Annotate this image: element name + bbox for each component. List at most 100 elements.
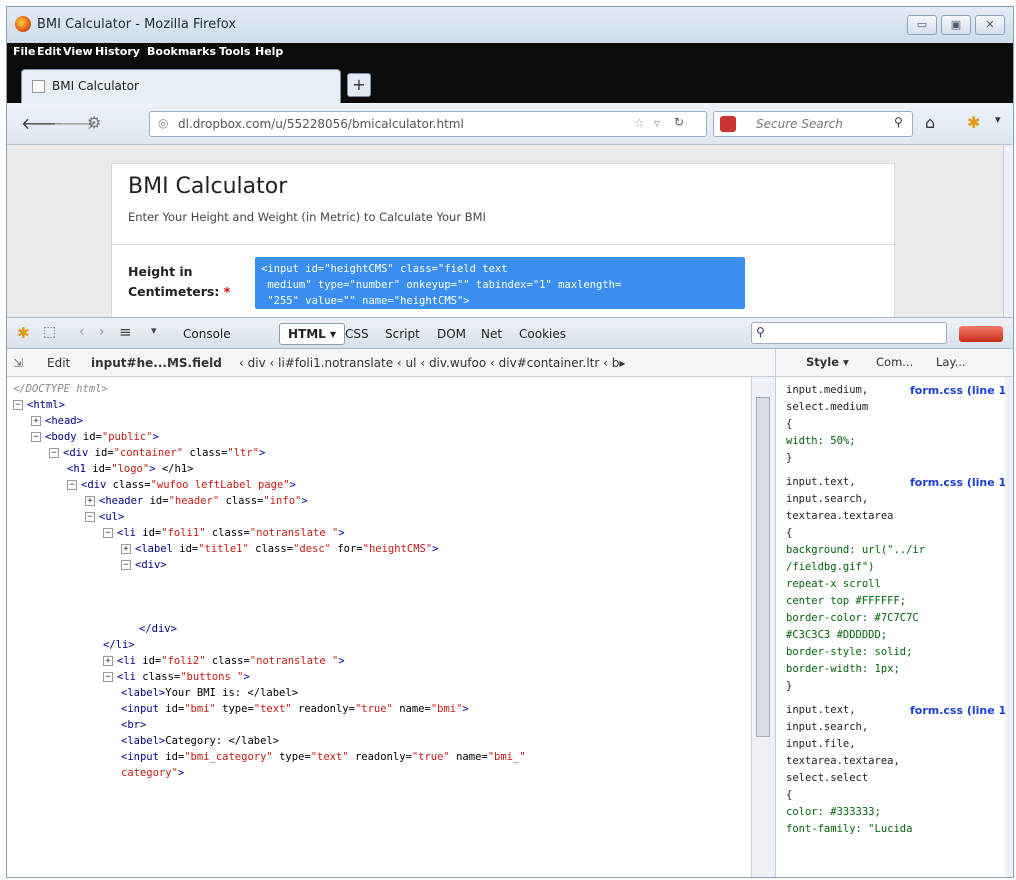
tag-close: > <box>338 527 345 539</box>
tree-node[interactable]: </DOCTYPE html> <box>13 381 108 397</box>
selected-node[interactable]: <input id="heightCMS" class="field text … <box>255 257 745 309</box>
tab-computed[interactable]: Com... <box>876 355 913 369</box>
css-source-link[interactable]: form.css (line 1) <box>910 383 1011 398</box>
tab-css[interactable]: CSS <box>345 327 369 341</box>
firebug-search-input[interactable]: ⚲ <box>751 322 947 344</box>
tree-node[interactable]: − <div> <box>121 557 167 573</box>
tree-node[interactable]: − <ul> <box>85 509 124 525</box>
collapse-icon[interactable]: − <box>121 560 131 570</box>
tree-node[interactable]: + <li id="foli2" class="notranslate "> <box>103 653 345 669</box>
tree-node[interactable]: </li> <box>103 637 135 653</box>
tree-node[interactable]: <input id="bmi_category" type="text" rea… <box>121 749 526 765</box>
collapse-icon[interactable]: − <box>49 448 59 458</box>
collapse-icon[interactable]: − <box>85 512 95 522</box>
search-placeholder[interactable]: Secure Search <box>756 117 843 131</box>
expand-icon[interactable]: + <box>85 496 95 506</box>
tab-html[interactable]: HTML ▾ <box>279 323 346 345</box>
tab-net[interactable]: Net <box>481 327 502 341</box>
back-nav-icon[interactable]: ‹ <box>79 324 85 340</box>
tree-node[interactable]: <label>Your BMI is: </label> <box>121 685 298 701</box>
tree-node[interactable]: </div> <box>139 621 177 637</box>
collapse-icon[interactable]: − <box>103 528 113 538</box>
crumb-current[interactable]: input#he...MS.field <box>91 356 222 370</box>
menu-file[interactable]: File <box>13 45 36 58</box>
tree-node[interactable]: category"> <box>121 765 184 781</box>
tree-node[interactable]: − <li id="foli1" class="notranslate "> <box>103 525 345 541</box>
crumb-item[interactable]: div <box>248 356 266 370</box>
split-icon[interactable]: ⇲ <box>13 356 23 370</box>
tree-node[interactable]: − <div id="container" class="ltr"> <box>49 445 265 461</box>
tag-close: > <box>338 655 345 667</box>
css-source-link[interactable]: form.css (line 1) <box>910 475 1011 490</box>
html-tree[interactable]: </DOCTYPE html> − <html> + <head> − <body id="… <box>7 377 751 877</box>
expand-icon[interactable]: + <box>103 656 113 666</box>
search-icon[interactable]: ⚲ <box>894 115 903 129</box>
expand-icon[interactable]: + <box>31 416 41 426</box>
collapse-icon[interactable]: − <box>67 480 77 490</box>
identity-icon[interactable]: ⚙ <box>87 113 101 132</box>
inspect-icon[interactable]: ⬚ <box>43 324 56 340</box>
tree-scrollbar[interactable] <box>751 377 775 877</box>
dropdown-arrow-icon[interactable]: ▿ <box>654 116 660 130</box>
tab-style[interactable]: Style ▾ <box>806 355 849 369</box>
tree-node[interactable]: <label>Category: </label> <box>121 733 279 749</box>
tree-node[interactable]: − <html> <box>13 397 65 413</box>
search-bar[interactable]: Secure Search ⚲ <box>713 111 913 137</box>
tree-node[interactable]: − <div class="wufoo leftLabel page"> <box>67 477 296 493</box>
tab-dom[interactable]: DOM <box>437 327 466 341</box>
collapse-icon[interactable]: − <box>13 400 23 410</box>
crumb-item[interactable]: div.wufoo <box>429 356 486 370</box>
tab-cookies[interactable]: Cookies <box>519 327 566 341</box>
attr-name: id= <box>85 463 112 475</box>
collapse-icon[interactable]: − <box>103 672 113 682</box>
scrollbar-thumb[interactable] <box>756 397 770 737</box>
tab-layout[interactable]: Lay... <box>936 355 966 369</box>
menu-history[interactable]: History <box>95 45 140 58</box>
url-text[interactable]: dl.dropbox.com/u/55228056/bmicalculator.… <box>178 117 464 131</box>
reload-icon[interactable]: ↻ <box>674 115 684 129</box>
page-scrollbar[interactable] <box>1003 145 1013 317</box>
command-menu-icon[interactable]: ≡ <box>119 323 132 341</box>
style-scrollbar[interactable] <box>1005 377 1013 877</box>
home-icon[interactable]: ⌂ <box>925 113 935 132</box>
firebug-window-controls[interactable] <box>959 326 1003 342</box>
crumb-item[interactable]: div#container.ltr <box>499 356 600 370</box>
menu-tools[interactable]: Tools <box>219 45 250 58</box>
menu-arrow-icon[interactable]: ▾ <box>995 113 1001 126</box>
collapse-icon[interactable]: − <box>31 432 41 442</box>
tree-node[interactable]: − <body id="public"> <box>31 429 159 445</box>
menu-bookmarks[interactable]: Bookmarks <box>147 45 216 58</box>
tab-bmi-calculator[interactable]: BMI Calculator <box>21 69 341 103</box>
url-bar[interactable]: ◎ dl.dropbox.com/u/55228056/bmicalculato… <box>149 111 707 137</box>
tree-node[interactable]: <br> <box>121 717 146 733</box>
css-source-link[interactable]: form.css (line 1) <box>910 703 1011 718</box>
tree-node[interactable]: + <header id="header" class="info"> <box>85 493 308 509</box>
bookmark-star-icon[interactable]: ☆ <box>634 116 645 130</box>
menu-edit[interactable]: Edit <box>37 45 61 58</box>
tree-node[interactable]: <input id="bmi" type="text" readonly="tr… <box>121 701 469 717</box>
crumb-item[interactable]: b▸ <box>612 356 626 370</box>
tree-node[interactable]: + <label id="title1" class="desc" for="he… <box>121 541 439 557</box>
edit-button[interactable]: Edit <box>47 356 70 370</box>
globe-icon: ◎ <box>158 116 169 130</box>
close-button[interactable]: ✕ <box>975 15 1005 35</box>
tab-script[interactable]: Script <box>385 327 420 341</box>
firebug-icon[interactable]: ✱ <box>967 113 980 132</box>
forward-nav-icon[interactable]: › <box>99 324 105 340</box>
tree-node[interactable]: + <head> <box>31 413 83 429</box>
minimize-button[interactable]: ▭ <box>907 15 937 35</box>
maximize-button[interactable]: ▣ <box>941 15 971 35</box>
tree-node[interactable]: − <li class="buttons "> <box>103 669 250 685</box>
new-tab-button[interactable]: + <box>347 73 371 97</box>
panel-dropdown-icon[interactable]: ▾ <box>151 324 157 337</box>
menu-help[interactable]: Help <box>255 45 283 58</box>
crumb-item[interactable]: li#foli1.notranslate <box>278 356 393 370</box>
expand-icon[interactable]: + <box>121 544 131 554</box>
menu-view[interactable]: View <box>63 45 93 58</box>
search-engine-icon[interactable] <box>720 116 736 132</box>
height-label-line1: Height in <box>128 264 193 279</box>
tree-node[interactable]: <h1 id="logo"> </h1> <box>67 461 193 477</box>
firebug-logo-icon[interactable]: ✱ <box>17 324 30 342</box>
tab-console[interactable]: Console <box>183 327 231 341</box>
crumb-item[interactable]: ul <box>406 356 417 370</box>
